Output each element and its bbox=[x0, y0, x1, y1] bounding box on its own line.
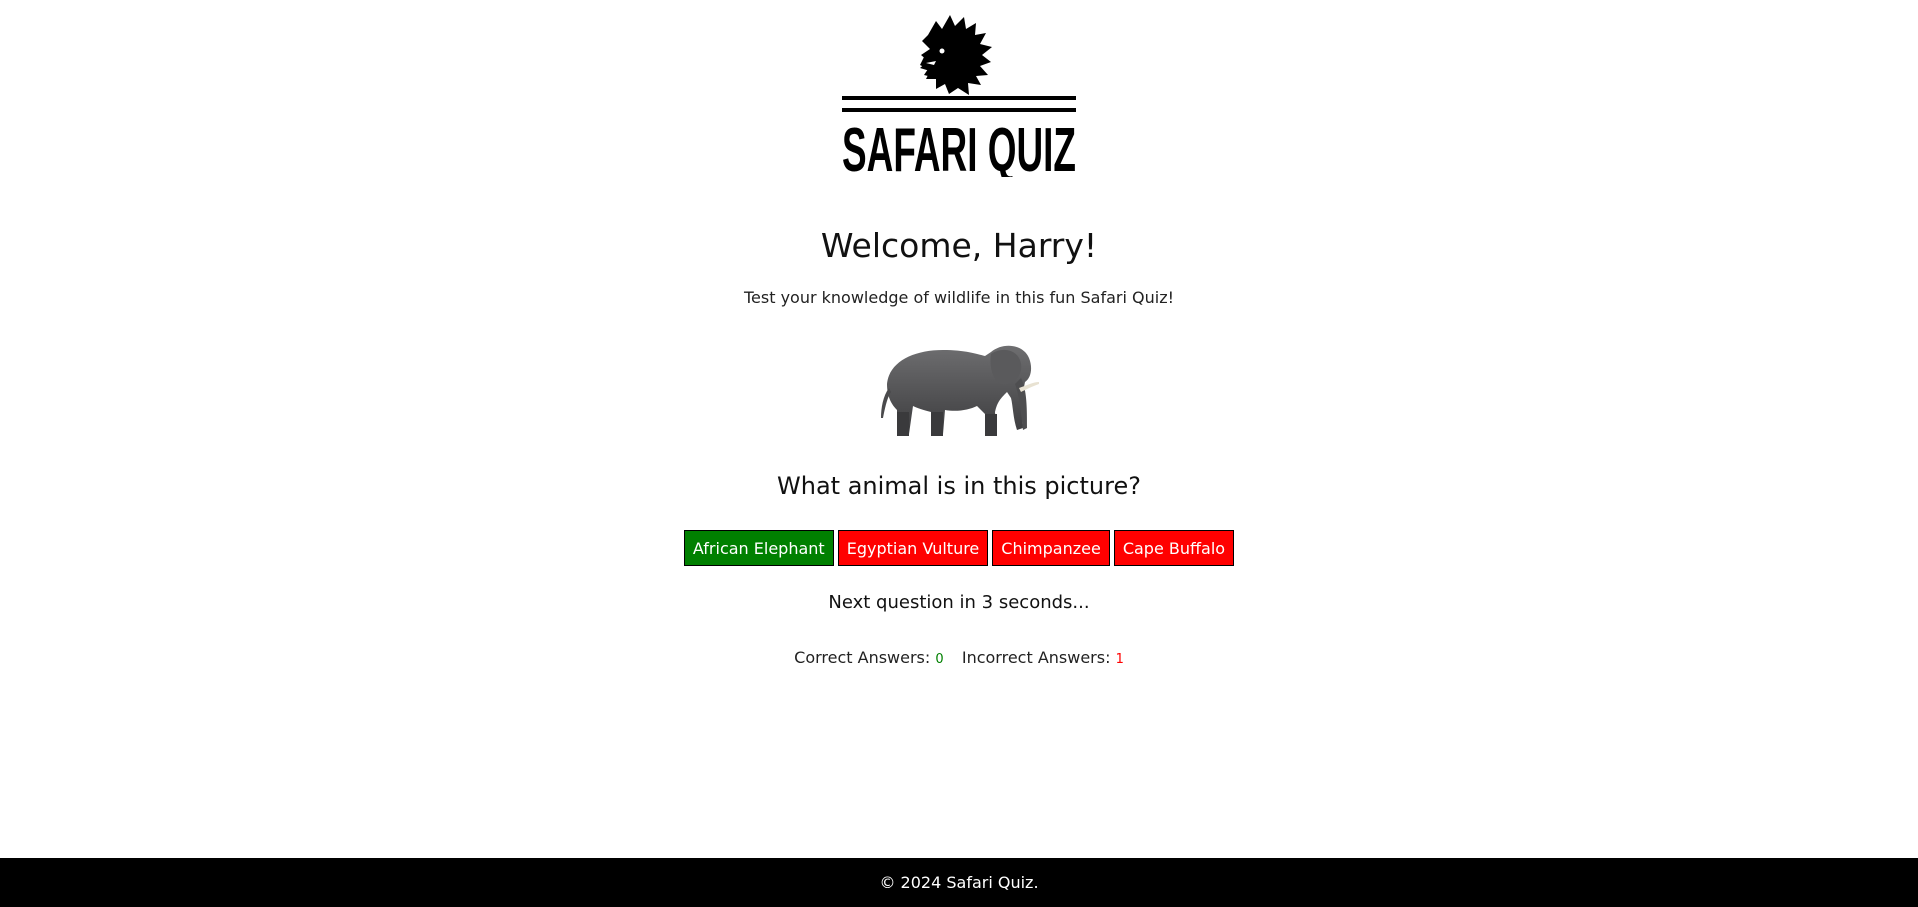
correct-answers-label: Correct Answers: bbox=[794, 648, 936, 667]
score-summary: Correct Answers: 0 Incorrect Answers: 1 bbox=[0, 648, 1918, 667]
answer-button-african-elephant[interactable]: African Elephant bbox=[683, 530, 834, 566]
elephant-image bbox=[873, 332, 1045, 446]
incorrect-answers-label: Incorrect Answers: bbox=[961, 648, 1116, 667]
question-text: What animal is in this picture? bbox=[777, 472, 1141, 500]
next-question-countdown: Next question in 3 seconds... bbox=[828, 592, 1090, 613]
answer-button-cape-buffalo[interactable]: Cape Buffalo bbox=[1113, 530, 1235, 566]
logo-text: SAFARI QUIZ bbox=[842, 116, 1076, 177]
safari-quiz-logo: SAFARI QUIZ bbox=[840, 13, 1078, 177]
answer-options: African Elephant Egyptian Vulture Chimpa… bbox=[0, 530, 1918, 566]
answer-button-chimpanzee[interactable]: Chimpanzee bbox=[992, 530, 1110, 566]
correct-answers-count: 0 bbox=[935, 652, 944, 667]
incorrect-answers-count: 1 bbox=[1115, 652, 1124, 667]
subtitle-text: Test your knowledge of wildlife in this … bbox=[743, 288, 1174, 307]
welcome-heading: Welcome, Harry! bbox=[820, 226, 1098, 265]
footer: © 2024 Safari Quiz. bbox=[0, 858, 1918, 907]
lion-head-icon bbox=[920, 15, 992, 95]
footer-copyright: © 2024 Safari Quiz. bbox=[879, 873, 1039, 892]
page: SAFARI QUIZ Welcome, Harry! Test your kn… bbox=[0, 0, 1918, 907]
answer-button-egyptian-vulture[interactable]: Egyptian Vulture bbox=[837, 530, 989, 566]
